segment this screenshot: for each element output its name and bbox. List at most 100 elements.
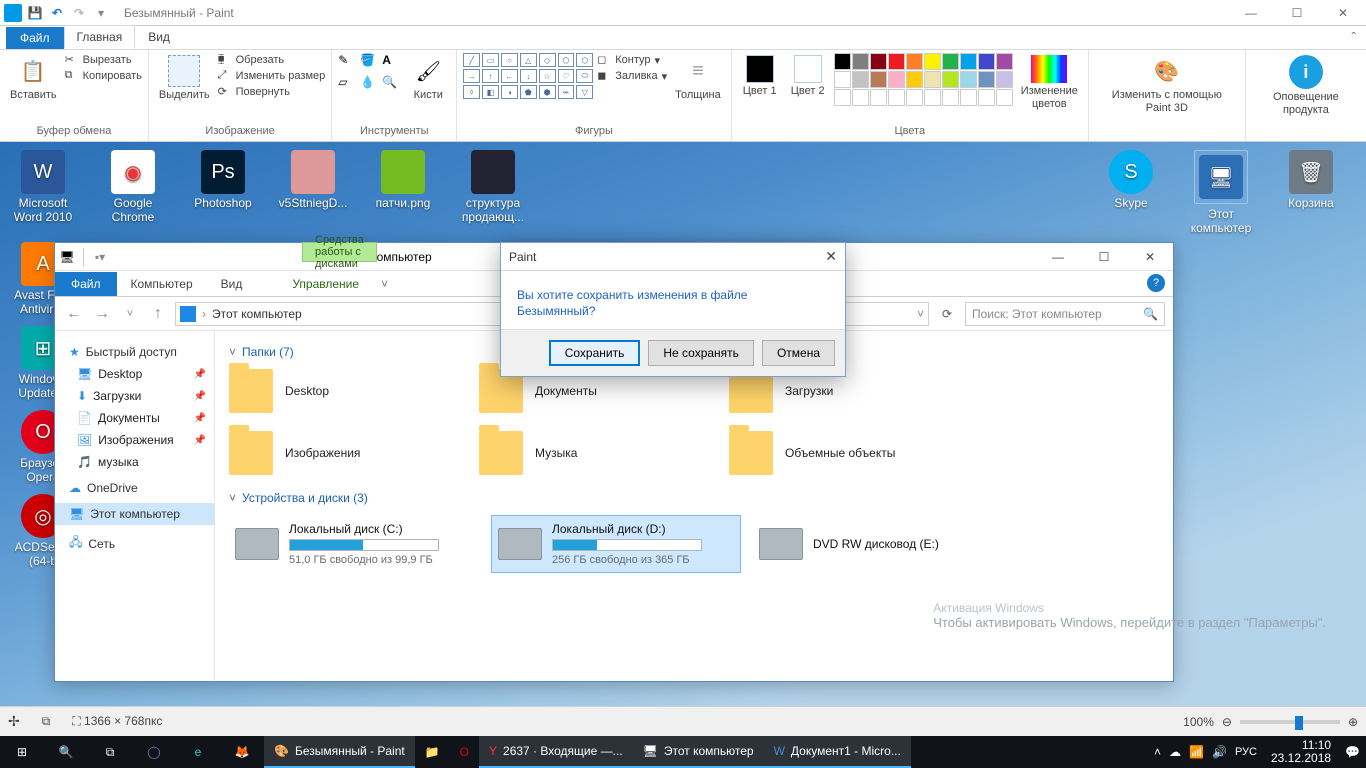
cut-button[interactable]: ✂Вырезать <box>65 53 142 67</box>
edit-colors-button[interactable]: Изменение цветов <box>1017 53 1082 112</box>
desktop-icon[interactable]: 🗑Корзина <box>1276 150 1346 236</box>
desktop-icon[interactable]: ◉Google Chrome <box>98 150 168 224</box>
shapes-gallery[interactable]: ╱▭○△◇⬠⬡ →↑←↓☆♡⬭ ⬨◧◑⬟⬢⬰▽ <box>463 53 593 109</box>
explorer-qat-icon[interactable]: ▪▾ <box>88 250 112 264</box>
onedrive-tray-icon[interactable]: ☁ <box>1169 745 1181 759</box>
fill-icon[interactable]: 🪣 <box>360 53 380 73</box>
paint3d-button[interactable]: 🎨 Изменить с помощью Paint 3D <box>1095 53 1239 116</box>
firefox-icon[interactable]: 🦊 <box>220 736 264 768</box>
nav-quick-access[interactable]: ★Быстрый доступ <box>55 341 214 363</box>
folder-item[interactable]: Изображения <box>229 431 479 475</box>
paint-canvas[interactable]: WMicrosoft Word 2010 ◉Google Chrome PsPh… <box>0 142 1366 706</box>
folder-item[interactable]: Desktop <box>229 369 479 413</box>
explorer-maximize[interactable]: ☐ <box>1081 243 1127 271</box>
color-swatch[interactable] <box>888 53 905 70</box>
desktop-icon-this-pc[interactable]: 🖥Этот компьютер <box>1186 150 1256 236</box>
zoom-slider[interactable] <box>1240 720 1340 724</box>
color-swatch[interactable] <box>996 53 1013 70</box>
nav-item[interactable]: ⬇Загрузки📌 <box>55 385 214 407</box>
task-opera[interactable]: O <box>450 736 479 768</box>
nav-item[interactable]: 🖥Desktop📌 <box>55 363 214 385</box>
color-swatch[interactable] <box>924 71 941 88</box>
zoom-out-icon[interactable]: ⊖ <box>1222 715 1232 729</box>
explorer-tab-file[interactable]: Файл <box>55 272 117 296</box>
nav-this-pc[interactable]: 🖥Этот компьютер <box>55 503 214 525</box>
dont-save-button[interactable]: Не сохранять <box>648 340 754 366</box>
select-button[interactable]: Выделить <box>155 53 214 104</box>
color-swatch[interactable] <box>834 53 851 70</box>
color-swatch[interactable] <box>960 71 977 88</box>
nav-history-icon[interactable]: ˅ <box>119 303 141 325</box>
explorer-tab-manage[interactable]: Управление <box>278 272 373 296</box>
color-swatch[interactable] <box>870 53 887 70</box>
qat-save-icon[interactable]: 💾 <box>26 4 44 22</box>
copy-button[interactable]: ⧉Копировать <box>65 69 142 83</box>
color-swatch[interactable] <box>978 89 995 106</box>
search-button[interactable]: 🔍 <box>44 736 88 768</box>
color-swatch[interactable] <box>852 89 869 106</box>
explorer-close[interactable]: ✕ <box>1127 243 1173 271</box>
explorer-minimize[interactable]: — <box>1035 243 1081 271</box>
close-button[interactable]: ✕ <box>1320 0 1366 26</box>
color-swatch[interactable] <box>870 71 887 88</box>
nav-up-icon[interactable]: ↑ <box>147 303 169 325</box>
task-this-pc[interactable]: 🖥Этот компьютер <box>633 736 764 768</box>
color-swatch[interactable] <box>924 53 941 70</box>
color-swatch[interactable] <box>888 89 905 106</box>
resize-button[interactable]: ⤢Изменить размер <box>218 69 326 83</box>
alerts-button[interactable]: i Оповещение продукта <box>1252 53 1360 118</box>
task-paint[interactable]: 🎨Безымянный - Paint <box>264 736 415 768</box>
tray-chevron-icon[interactable]: ˄ <box>1154 745 1161 759</box>
nav-item[interactable]: 🖼Изображения📌 <box>55 429 214 451</box>
drive-item[interactable]: Локальный диск (C:)51,0 ГБ свободно из 9… <box>229 515 479 573</box>
picker-icon[interactable]: 💧 <box>360 75 380 95</box>
color-swatch[interactable] <box>888 71 905 88</box>
brushes-button[interactable]: 🖌 Кисти <box>406 53 450 104</box>
explorer-search[interactable]: Поиск: Этот компьютер 🔍 <box>965 302 1165 326</box>
nav-item[interactable]: 🎵музыка <box>55 451 214 473</box>
help-icon[interactable]: ? <box>1147 274 1165 292</box>
nav-onedrive[interactable]: ☁OneDrive <box>55 477 214 499</box>
edge-icon[interactable]: e <box>176 736 220 768</box>
folder-item[interactable]: Объемные объекты <box>729 431 979 475</box>
collapse-ribbon-icon[interactable]: ˆ <box>1341 25 1366 49</box>
drive-item[interactable]: DVD RW дисковод (E:) <box>753 515 1003 573</box>
explorer-tab-computer[interactable]: Компьютер <box>117 272 207 296</box>
color-swatch[interactable] <box>834 89 851 106</box>
thickness-button[interactable]: ≡ Толщина <box>671 53 725 104</box>
qat-undo-icon[interactable]: ↶ <box>48 4 66 22</box>
crop-button[interactable]: ⧯Обрезать <box>218 53 326 67</box>
desktop-icon[interactable]: патчи.png <box>368 150 438 224</box>
color-swatch[interactable] <box>924 89 941 106</box>
action-center-icon[interactable]: 💬 <box>1345 745 1360 759</box>
desktop-icon[interactable]: WMicrosoft Word 2010 <box>8 150 78 224</box>
drives-header[interactable]: ˅Устройства и диски (3) <box>229 491 1159 505</box>
paste-button[interactable]: 📋 Вставить <box>6 53 61 104</box>
task-yandex-mail[interactable]: Y2637 · Входящие —... <box>479 736 633 768</box>
tab-file[interactable]: Файл <box>6 27 64 49</box>
dialog-close-icon[interactable]: ✕ <box>825 248 837 265</box>
task-explorer[interactable]: 📁 <box>415 736 450 768</box>
color-swatch[interactable] <box>852 53 869 70</box>
color-swatch[interactable] <box>906 89 923 106</box>
task-word[interactable]: WДокумент1 - Micro... <box>764 736 911 768</box>
color-swatch[interactable] <box>942 89 959 106</box>
color-swatch[interactable] <box>906 71 923 88</box>
desktop-icon[interactable]: SSkype <box>1096 150 1166 236</box>
language-indicator[interactable]: РУС <box>1235 746 1257 758</box>
zoom-in-icon[interactable]: ⊕ <box>1348 715 1358 729</box>
minimize-button[interactable]: — <box>1228 0 1274 26</box>
color-swatch[interactable] <box>996 71 1013 88</box>
desktop-icon[interactable]: PsPhotoshop <box>188 150 258 224</box>
nav-network[interactable]: 🖧Сеть <box>55 529 214 558</box>
fill-shape-button[interactable]: ◼Заливка ▾ <box>597 69 667 83</box>
task-view-button[interactable]: ⧉ <box>88 736 132 768</box>
explorer-tab-view[interactable]: Вид <box>207 272 257 296</box>
tab-home[interactable]: Главная <box>64 25 136 49</box>
desktop-icon[interactable]: структура продающ... <box>458 150 528 224</box>
cancel-button[interactable]: Отмена <box>762 340 835 366</box>
color-swatch[interactable] <box>960 53 977 70</box>
color-swatch[interactable] <box>852 71 869 88</box>
color-swatch[interactable] <box>942 53 959 70</box>
color-palette[interactable] <box>834 53 1013 106</box>
